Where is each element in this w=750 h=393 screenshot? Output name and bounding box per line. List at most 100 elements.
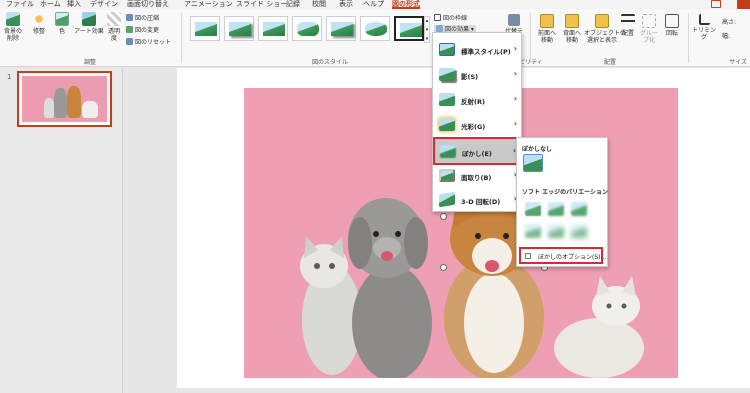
gallery-scroll[interactable]: ▴ ▾ ▾ [424,16,430,43]
menu-bar: ファイル ホーム 挿入 デザイン 画面切り替え アニメーション スライド ショー… [0,0,750,9]
tab-home[interactable]: ホーム [40,0,61,9]
style-thumb-2[interactable] [224,16,254,41]
tab-slideshow[interactable]: スライド ショー [236,0,287,9]
soft-edges-options-label: ぼかしのオプション(S)... [538,254,607,261]
align-label: 配置 [621,30,634,37]
remove-background-button[interactable]: 背景の 削除 [2,12,24,42]
align-icon [621,14,635,28]
soft-edges-submenu: ぼかしなし ソフト エッジのバリエーション ぼかしのオプション(S)... [516,137,608,267]
menu-item-label: 反射(R) [461,98,485,106]
tab-transitions[interactable]: 画面切り替え [127,0,169,9]
style-thumb-1[interactable] [190,16,220,41]
ribbon: 背景の 削除 修整 色 アート効果 透明 度 図の圧縮 図の変更 図のリセット … [0,9,750,67]
tab-view[interactable]: 表示 [339,0,353,9]
no-soft-edges-header: ぼかしなし [522,146,553,153]
group-button[interactable]: グループ化 [638,14,660,44]
reset-picture-icon [126,38,133,45]
arrange-group-label: 配置 [603,59,616,66]
soft-edge-variation[interactable] [571,224,587,238]
menu-item-preset[interactable]: 標準スタイル(P) › [434,38,520,62]
style-thumb-4[interactable] [292,16,322,41]
comment-icon[interactable] [711,0,721,8]
bring-forward-icon [540,14,554,28]
color-label: 色 [58,28,65,35]
artistic-effects-label: アート効果 [74,28,104,35]
style-thumb-3[interactable] [258,16,288,41]
slide-number: 1 [7,73,12,81]
menu-item-bevel[interactable]: 面取り(B) › [434,164,520,188]
tab-review[interactable]: 校閲 [312,0,326,9]
slide-thumbnail-image [22,76,107,122]
remove-background-icon [6,12,20,26]
rotate-label: 回転 [665,30,678,37]
color-icon [55,12,69,26]
bring-forward-button[interactable]: 前面へ 移動 [535,14,559,44]
align-button[interactable]: 配置 [618,14,638,37]
tab-help[interactable]: ヘルプ [363,0,384,9]
menu-item-3d-rotation[interactable]: 3-D 回転(D) › [434,188,520,212]
send-backward-button[interactable]: 背面へ 移動 [560,14,584,44]
preset-icon [439,43,455,56]
change-picture-button[interactable]: 図の変更 [126,26,159,35]
picture-border-icon [434,14,441,21]
slide-thumbnail[interactable] [17,71,112,127]
picture-border-button[interactable]: 図の枠線 [434,14,467,23]
crop-button[interactable]: トリミング [692,14,716,41]
picture-effects-icon [436,25,443,32]
compress-pictures-button[interactable]: 図の圧縮 [126,14,159,23]
crop-label: トリミング [692,27,717,41]
tab-insert[interactable]: 挿入 [67,0,81,9]
tab-design[interactable]: デザイン [90,0,118,9]
slide-thumbnail-pane: 1 [0,68,123,393]
chevron-right-icon: › [513,94,517,103]
tab-picture-format[interactable]: 図の形式 [392,0,420,9]
transparency-button[interactable]: 透明 度 [104,12,124,42]
soft-edge-variation[interactable] [525,224,541,238]
change-picture-icon [126,26,133,33]
share-button[interactable] [737,0,750,9]
picture-border-label: 図の枠線 [443,15,468,22]
height-field[interactable]: 高さ: [722,17,736,26]
reset-picture-button[interactable]: 図のリセット [126,38,171,47]
send-backward-label: 背面へ 移動 [562,30,581,44]
options-icon [525,253,531,259]
menu-item-label: 標準スタイル(P) [461,48,511,56]
color-button[interactable]: 色 [51,12,73,35]
chevron-right-icon: › [513,44,517,53]
rotate-icon [665,14,679,28]
soft-edge-variation[interactable] [548,202,564,216]
menu-item-glow[interactable]: 光彩(G) › [434,113,520,137]
group-separator [530,13,531,63]
style-thumb-6[interactable] [360,16,390,41]
tab-animations[interactable]: アニメーション [184,0,233,9]
soft-edge-variation[interactable] [525,202,541,216]
tab-record[interactable]: 記録 [286,0,300,9]
selection-pane-icon [595,14,609,28]
rotate-button[interactable]: 回転 [662,14,682,37]
corrections-button[interactable]: 修整 [28,12,50,35]
menu-item-shadow[interactable]: 影(S) › [434,63,520,87]
reflection-icon [439,93,455,106]
selection-pane-button[interactable]: オブジェクトの 選択と表示 [584,14,626,44]
height-label: 高さ: [722,19,737,26]
width-field[interactable]: 幅: [722,31,730,40]
soft-edges-options-button[interactable]: ぼかしのオプション(S)... [519,247,607,264]
adjust-group-label: 調整 [83,59,96,66]
style-thumb-7[interactable] [394,16,424,41]
selection-handle[interactable] [440,264,447,271]
menu-item-soft-edges[interactable]: ぼかし(E) › [433,137,521,165]
style-thumb-5[interactable] [326,16,356,41]
artistic-effects-button[interactable]: アート効果 [74,12,104,35]
sun-icon [32,12,46,26]
tab-file[interactable]: ファイル [6,0,34,9]
group-icon [642,14,656,28]
soft-edge-variation[interactable] [571,202,587,216]
chevron-right-icon: › [513,119,517,128]
glow-icon [439,118,455,131]
soft-edge-variation[interactable] [548,224,564,238]
group-separator [688,13,689,63]
menu-item-reflection[interactable]: 反射(R) › [434,88,520,112]
group-separator [181,13,182,63]
selection-handle[interactable] [440,213,447,220]
no-soft-edges-option[interactable] [523,154,543,172]
